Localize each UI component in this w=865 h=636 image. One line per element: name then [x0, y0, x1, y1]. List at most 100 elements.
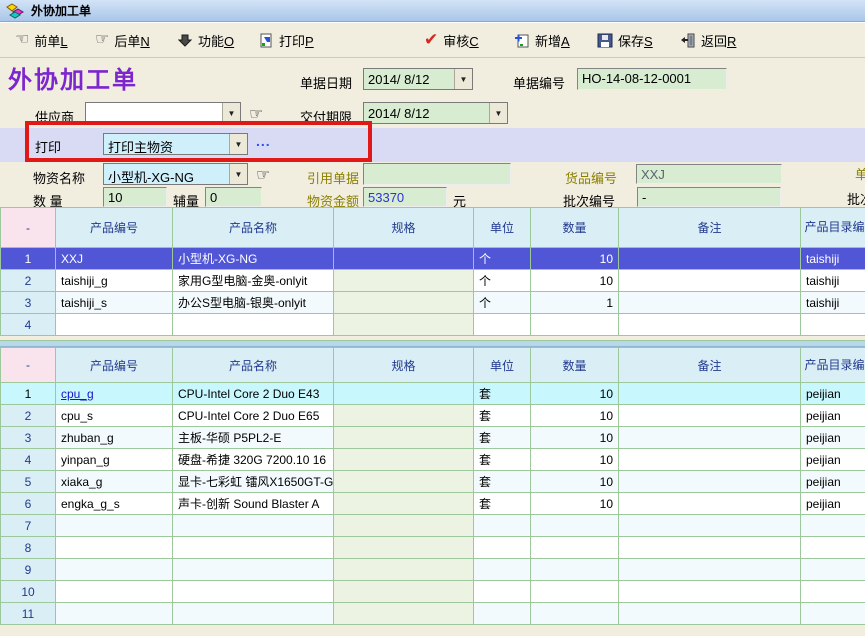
- product-name-cell[interactable]: 显卡-七彩虹 镭风X1650GT-G: [173, 471, 334, 493]
- print-button[interactable]: 打印P: [258, 29, 314, 51]
- product-name-cell[interactable]: 办公S型电脑-银奥-onlyit: [173, 292, 334, 314]
- table-row[interactable]: 4: [1, 314, 865, 336]
- catalog-code-cell[interactable]: [801, 581, 865, 603]
- product-name-cell[interactable]: 主板-华硕 P5PL2-E: [173, 427, 334, 449]
- product-name-cell[interactable]: CPU-Intel Core 2 Duo E65: [173, 405, 334, 427]
- table-row[interactable]: 3zhuban_g主板-华硕 P5PL2-E套10peijian: [1, 427, 865, 449]
- product-name-cell[interactable]: [173, 515, 334, 537]
- table-row[interactable]: 1XXJ小型机-XG-NG个10taishiji: [1, 248, 865, 270]
- print-mode-combo[interactable]: 打印主物资 ▼: [103, 133, 248, 155]
- dropdown-arrow-icon[interactable]: ▼: [229, 134, 247, 154]
- product-code-cell[interactable]: engka_g_s: [56, 493, 173, 515]
- table-row[interactable]: 2cpu_sCPU-Intel Core 2 Duo E65套10peijian: [1, 405, 865, 427]
- spec-cell[interactable]: [334, 292, 474, 314]
- material-combo[interactable]: 小型机-XG-NG ▼: [103, 163, 248, 185]
- quantity-cell[interactable]: 10: [531, 383, 619, 405]
- product-code-cell[interactable]: [56, 515, 173, 537]
- return-button[interactable]: 返回R: [680, 29, 736, 51]
- quantity-cell[interactable]: [531, 581, 619, 603]
- product-code-cell[interactable]: taishiji_g: [56, 270, 173, 292]
- product-name-cell[interactable]: 小型机-XG-NG: [173, 248, 334, 270]
- catalog-code-cell[interactable]: [801, 537, 865, 559]
- note-cell[interactable]: [619, 537, 801, 559]
- spec-cell[interactable]: [334, 603, 474, 625]
- row-number-cell[interactable]: 2: [1, 405, 56, 427]
- note-cell[interactable]: [619, 405, 801, 427]
- catalog-code-cell[interactable]: taishiji: [801, 248, 865, 270]
- quantity-field[interactable]: 10: [103, 187, 167, 207]
- catalog-code-cell[interactable]: [801, 515, 865, 537]
- quantity-cell[interactable]: [531, 559, 619, 581]
- row-number-cell[interactable]: 1: [1, 248, 56, 270]
- row-number-cell[interactable]: 10: [1, 581, 56, 603]
- unit-cell[interactable]: [474, 581, 531, 603]
- audit-button[interactable]: ✔ 审核C: [424, 29, 479, 51]
- note-cell[interactable]: [619, 427, 801, 449]
- table-row[interactable]: 5xiaka_g显卡-七彩虹 镭风X1650GT-G套10peijian: [1, 471, 865, 493]
- spec-cell[interactable]: [334, 449, 474, 471]
- product-code-cell[interactable]: [56, 314, 173, 336]
- table-row[interactable]: 7: [1, 515, 865, 537]
- table-row[interactable]: 2taishiji_g家用G型电脑-金奥-onlyit个10taishiji: [1, 270, 865, 292]
- product-name-cell[interactable]: CPU-Intel Core 2 Duo E43: [173, 383, 334, 405]
- product-code-cell[interactable]: zhuban_g: [56, 427, 173, 449]
- doc-date-picker[interactable]: 2014/ 8/12 ▼: [363, 68, 473, 90]
- quantity-cell[interactable]: [531, 515, 619, 537]
- product-name-cell[interactable]: 硬盘-希捷 320G 7200.10 16: [173, 449, 334, 471]
- product-code-cell[interactable]: [56, 603, 173, 625]
- catalog-code-cell[interactable]: [801, 603, 865, 625]
- quantity-cell[interactable]: 1: [531, 292, 619, 314]
- table-row[interactable]: 11: [1, 603, 865, 625]
- deadline-picker[interactable]: 2014/ 8/12 ▼: [363, 102, 508, 124]
- docno-field[interactable]: HO-14-08-12-0001: [577, 68, 727, 90]
- unit-cell[interactable]: [474, 603, 531, 625]
- table-row[interactable]: 4yinpan_g硬盘-希捷 320G 7200.10 16套10peijian: [1, 449, 865, 471]
- row-number-cell[interactable]: 3: [1, 427, 56, 449]
- product-code-cell[interactable]: [56, 559, 173, 581]
- quantity-cell[interactable]: 10: [531, 248, 619, 270]
- unit-cell[interactable]: 套: [474, 427, 531, 449]
- row-number-cell[interactable]: 8: [1, 537, 56, 559]
- note-cell[interactable]: [619, 248, 801, 270]
- unit-cell[interactable]: 套: [474, 493, 531, 515]
- note-cell[interactable]: [619, 471, 801, 493]
- supplier-combo[interactable]: ▼: [85, 102, 241, 124]
- table-row[interactable]: 8: [1, 537, 865, 559]
- catalog-code-cell[interactable]: peijian: [801, 493, 865, 515]
- unit-cell[interactable]: [474, 314, 531, 336]
- spec-cell[interactable]: [334, 471, 474, 493]
- row-number-cell[interactable]: 1: [1, 383, 56, 405]
- dropdown-arrow-icon[interactable]: ▼: [489, 103, 507, 123]
- row-number-cell[interactable]: 3: [1, 292, 56, 314]
- dropdown-arrow-icon[interactable]: ▼: [229, 164, 247, 184]
- quantity-cell[interactable]: 10: [531, 405, 619, 427]
- add-new-button[interactable]: 新增A: [514, 29, 570, 51]
- quantity-cell[interactable]: 10: [531, 449, 619, 471]
- save-button[interactable]: 保存S: [597, 29, 653, 51]
- supplier-lookup-hand-icon[interactable]: ☞: [249, 104, 263, 124]
- spec-cell[interactable]: [334, 559, 474, 581]
- row-number-cell[interactable]: 7: [1, 515, 56, 537]
- print-more-button[interactable]: ...: [256, 133, 271, 149]
- collapse-button[interactable]: -: [1, 348, 56, 383]
- row-number-cell[interactable]: 5: [1, 471, 56, 493]
- table-row[interactable]: 6engka_g_s声卡-创新 Sound Blaster A套10peijia…: [1, 493, 865, 515]
- row-number-cell[interactable]: 9: [1, 559, 56, 581]
- batch-field[interactable]: -: [637, 187, 781, 207]
- catalog-code-cell[interactable]: taishiji: [801, 270, 865, 292]
- unit-cell[interactable]: [474, 515, 531, 537]
- row-number-cell[interactable]: 4: [1, 314, 56, 336]
- unit-cell[interactable]: 个: [474, 270, 531, 292]
- product-code-cell[interactable]: cpu_g: [56, 383, 173, 405]
- row-number-cell[interactable]: 11: [1, 603, 56, 625]
- material-lookup-hand-icon[interactable]: ☞: [256, 165, 270, 185]
- catalog-code-cell[interactable]: taishiji: [801, 292, 865, 314]
- quantity-cell[interactable]: 10: [531, 427, 619, 449]
- note-cell[interactable]: [619, 603, 801, 625]
- spec-cell[interactable]: [334, 581, 474, 603]
- note-cell[interactable]: [619, 270, 801, 292]
- quantity-cell[interactable]: 10: [531, 270, 619, 292]
- note-cell[interactable]: [619, 493, 801, 515]
- unit-cell[interactable]: [474, 537, 531, 559]
- product-name-cell[interactable]: [173, 581, 334, 603]
